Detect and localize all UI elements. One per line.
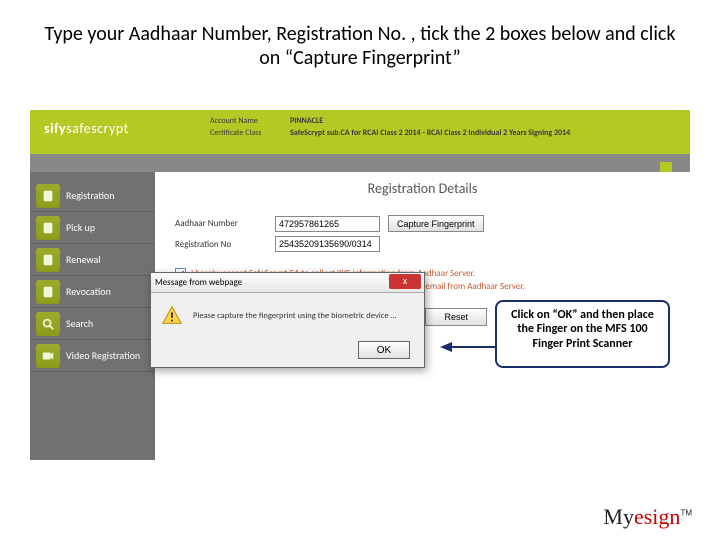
cert-class-label: Certificate Class: [210, 128, 290, 138]
sidebar: Registration Pick up Renewal Revocation …: [30, 172, 155, 460]
cert-class-value: SafeScrypt sub.CA for RCAI Class 2 2014 …: [290, 128, 570, 138]
slide-title: Type your Aadhaar Number, Registration N…: [0, 0, 720, 78]
search-icon: [36, 312, 60, 336]
sidebar-item-label: Renewal: [66, 253, 101, 266]
callout-arrow: [440, 340, 496, 354]
pickup-icon: [36, 216, 60, 240]
dialog-title: Message from webpage: [155, 277, 242, 288]
instruction-callout: Click on “OK” and then place the Finger …: [495, 300, 670, 368]
logo-part-a: sify: [44, 120, 66, 137]
regno-label: Registration No: [175, 239, 275, 250]
dialog-titlebar: Message from webpage x: [151, 273, 424, 293]
account-name-value: PINNACLE: [290, 116, 323, 126]
form: Aadhaar Number Capture Fingerprint Regis…: [175, 215, 690, 252]
warning-icon: [161, 305, 183, 327]
footer-logo: MyesignTM: [603, 504, 692, 530]
sidebar-item-label: Search: [66, 317, 93, 330]
sidebar-item-renewal[interactable]: Renewal: [30, 244, 155, 276]
regno-input[interactable]: [275, 236, 380, 252]
close-button[interactable]: x: [389, 274, 421, 289]
sidebar-item-label: Revocation: [66, 285, 111, 298]
brand-logo: sifysafescrypt: [44, 120, 129, 137]
page-heading: Registration Details: [155, 180, 690, 197]
message-dialog: Message from webpage x Please capture th…: [150, 272, 425, 368]
aadhaar-input[interactable]: [275, 216, 380, 232]
sidebar-item-label: Registration: [66, 189, 114, 202]
doc-icon: [36, 184, 60, 208]
video-icon: [36, 344, 60, 368]
renewal-icon: [36, 248, 60, 272]
sidebar-item-search[interactable]: Search: [30, 308, 155, 340]
header-band: sifysafescrypt Account NamePINNACLE Cert…: [30, 110, 690, 154]
dialog-message: Please capture the fingerprint using the…: [193, 311, 396, 321]
sidebar-item-revocation[interactable]: Revocation: [30, 276, 155, 308]
sidebar-item-label: Video Registration: [66, 349, 140, 362]
footer-logo-a: My: [603, 504, 634, 529]
sub-band: [30, 154, 690, 172]
sidebar-item-video[interactable]: Video Registration: [30, 340, 155, 372]
sidebar-item-label: Pick up: [66, 221, 95, 234]
account-info: Account NamePINNACLE Certificate ClassSa…: [210, 116, 570, 140]
footer-tm: TM: [680, 509, 692, 518]
aadhaar-label: Aadhaar Number: [175, 218, 275, 229]
account-name-label: Account Name: [210, 116, 290, 126]
footer-logo-b: esign: [634, 504, 680, 529]
sidebar-item-registration[interactable]: Registration: [30, 180, 155, 212]
sidebar-item-pickup[interactable]: Pick up: [30, 212, 155, 244]
reset-button[interactable]: Reset: [425, 308, 487, 326]
capture-fingerprint-button[interactable]: Capture Fingerprint: [388, 215, 484, 232]
ok-button[interactable]: OK: [358, 341, 410, 359]
logo-part-b: safescrypt: [66, 120, 129, 137]
revocation-icon: [36, 280, 60, 304]
